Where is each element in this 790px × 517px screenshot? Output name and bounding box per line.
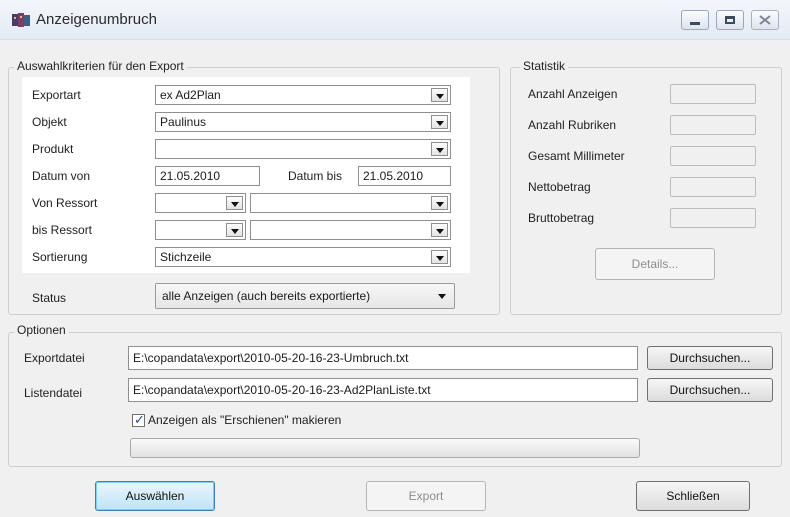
stat-label-netto: Nettobetrag [528,180,591,194]
stat-label-anzeigen: Anzahl Anzeigen [528,87,618,101]
minimize-button[interactable] [681,10,709,30]
von-ressort-select-1[interactable] [155,193,246,213]
chevron-down-icon[interactable] [431,88,448,102]
exportart-label: Exportart [32,88,81,102]
chevron-down-icon[interactable] [431,115,448,129]
stat-value-rubriken [670,115,756,135]
chevron-down-icon[interactable] [226,223,243,237]
title-bar[interactable]: Anzeigenumbruch [0,0,790,40]
produkt-label: Produkt [32,142,74,156]
stat-value-netto [670,177,756,197]
produkt-select[interactable] [155,139,451,159]
objekt-label: Objekt [32,115,67,129]
export-progress-bar [130,438,640,458]
listendatei-input[interactable]: E:\copandata\export\2010-05-20-16-23-Ad2… [128,378,638,402]
minimize-icon [690,21,700,25]
chevron-down-icon[interactable] [431,250,448,264]
von-ressort-select-2[interactable] [250,193,451,213]
mark-published-label[interactable]: Anzeigen als "Erschienen" makieren [148,413,341,427]
details-button[interactable]: Details... [595,248,715,280]
stat-value-millimeter [670,146,756,166]
bis-ressort-select-2[interactable] [250,220,451,240]
objekt-value: Paulinus [160,115,207,129]
exportdatei-browse-button[interactable]: Durchsuchen... [647,346,773,370]
select-button[interactable]: Auswählen [95,481,215,511]
maximize-icon [725,16,735,24]
stat-value-anzeigen [670,84,756,104]
export-button[interactable]: Export [366,481,486,511]
stat-value-brutto [670,208,756,228]
objekt-select[interactable]: Paulinus [155,112,451,132]
exportdatei-input[interactable]: E:\copandata\export\2010-05-20-16-23-Umb… [128,346,638,370]
datum-bis-input[interactable]: 21.05.2010 [358,166,451,186]
close-button[interactable]: Schließen [636,481,750,511]
chevron-down-icon[interactable] [431,223,448,237]
app-icon [12,13,30,27]
listendatei-label: Listendatei [24,386,83,400]
checkmark-icon: ✓ [134,412,145,427]
mark-published-checkbox[interactable]: ✓ [132,412,145,427]
window-title: Anzeigenumbruch [36,11,157,28]
datum-von-input[interactable]: 21.05.2010 [155,166,260,186]
optionen-group-title: Optionen [14,323,69,337]
chevron-down-icon[interactable] [226,196,243,210]
exportart-select[interactable]: ex Ad2Plan [155,85,451,105]
statistik-group-title: Statistik [520,59,569,73]
bis-ressort-label: bis Ressort [32,223,93,237]
stat-label-millimeter: Gesamt Millimeter [528,149,625,163]
close-icon [759,15,771,25]
chevron-down-icon[interactable] [431,142,448,156]
sortierung-label: Sortierung [32,250,88,264]
dialog-window: Anzeigenumbruch Auswahlkriterien für den… [0,0,790,517]
chevron-down-icon[interactable] [431,196,448,210]
close-window-button[interactable] [751,10,779,30]
listendatei-browse-button[interactable]: Durchsuchen... [647,378,773,402]
exportart-value: ex Ad2Plan [160,88,221,102]
status-value: alle Anzeigen (auch bereits exportierte) [162,289,371,303]
datum-von-label: Datum von [32,169,91,183]
stat-label-rubriken: Anzahl Rubriken [528,118,617,132]
status-label: Status [32,291,67,305]
maximize-button[interactable] [716,10,744,30]
sortierung-value: Stichzeile [160,250,212,264]
exportdatei-label: Exportdatei [24,351,85,365]
criteria-group-title: Auswahlkriterien für den Export [14,59,187,73]
von-ressort-label: Von Ressort [32,196,98,210]
status-select[interactable]: alle Anzeigen (auch bereits exportierte) [155,283,455,309]
stat-label-brutto: Bruttobetrag [528,211,595,225]
datum-bis-label: Datum bis [288,169,343,183]
bis-ressort-select-1[interactable] [155,220,246,240]
sortierung-select[interactable]: Stichzeile [155,247,451,267]
